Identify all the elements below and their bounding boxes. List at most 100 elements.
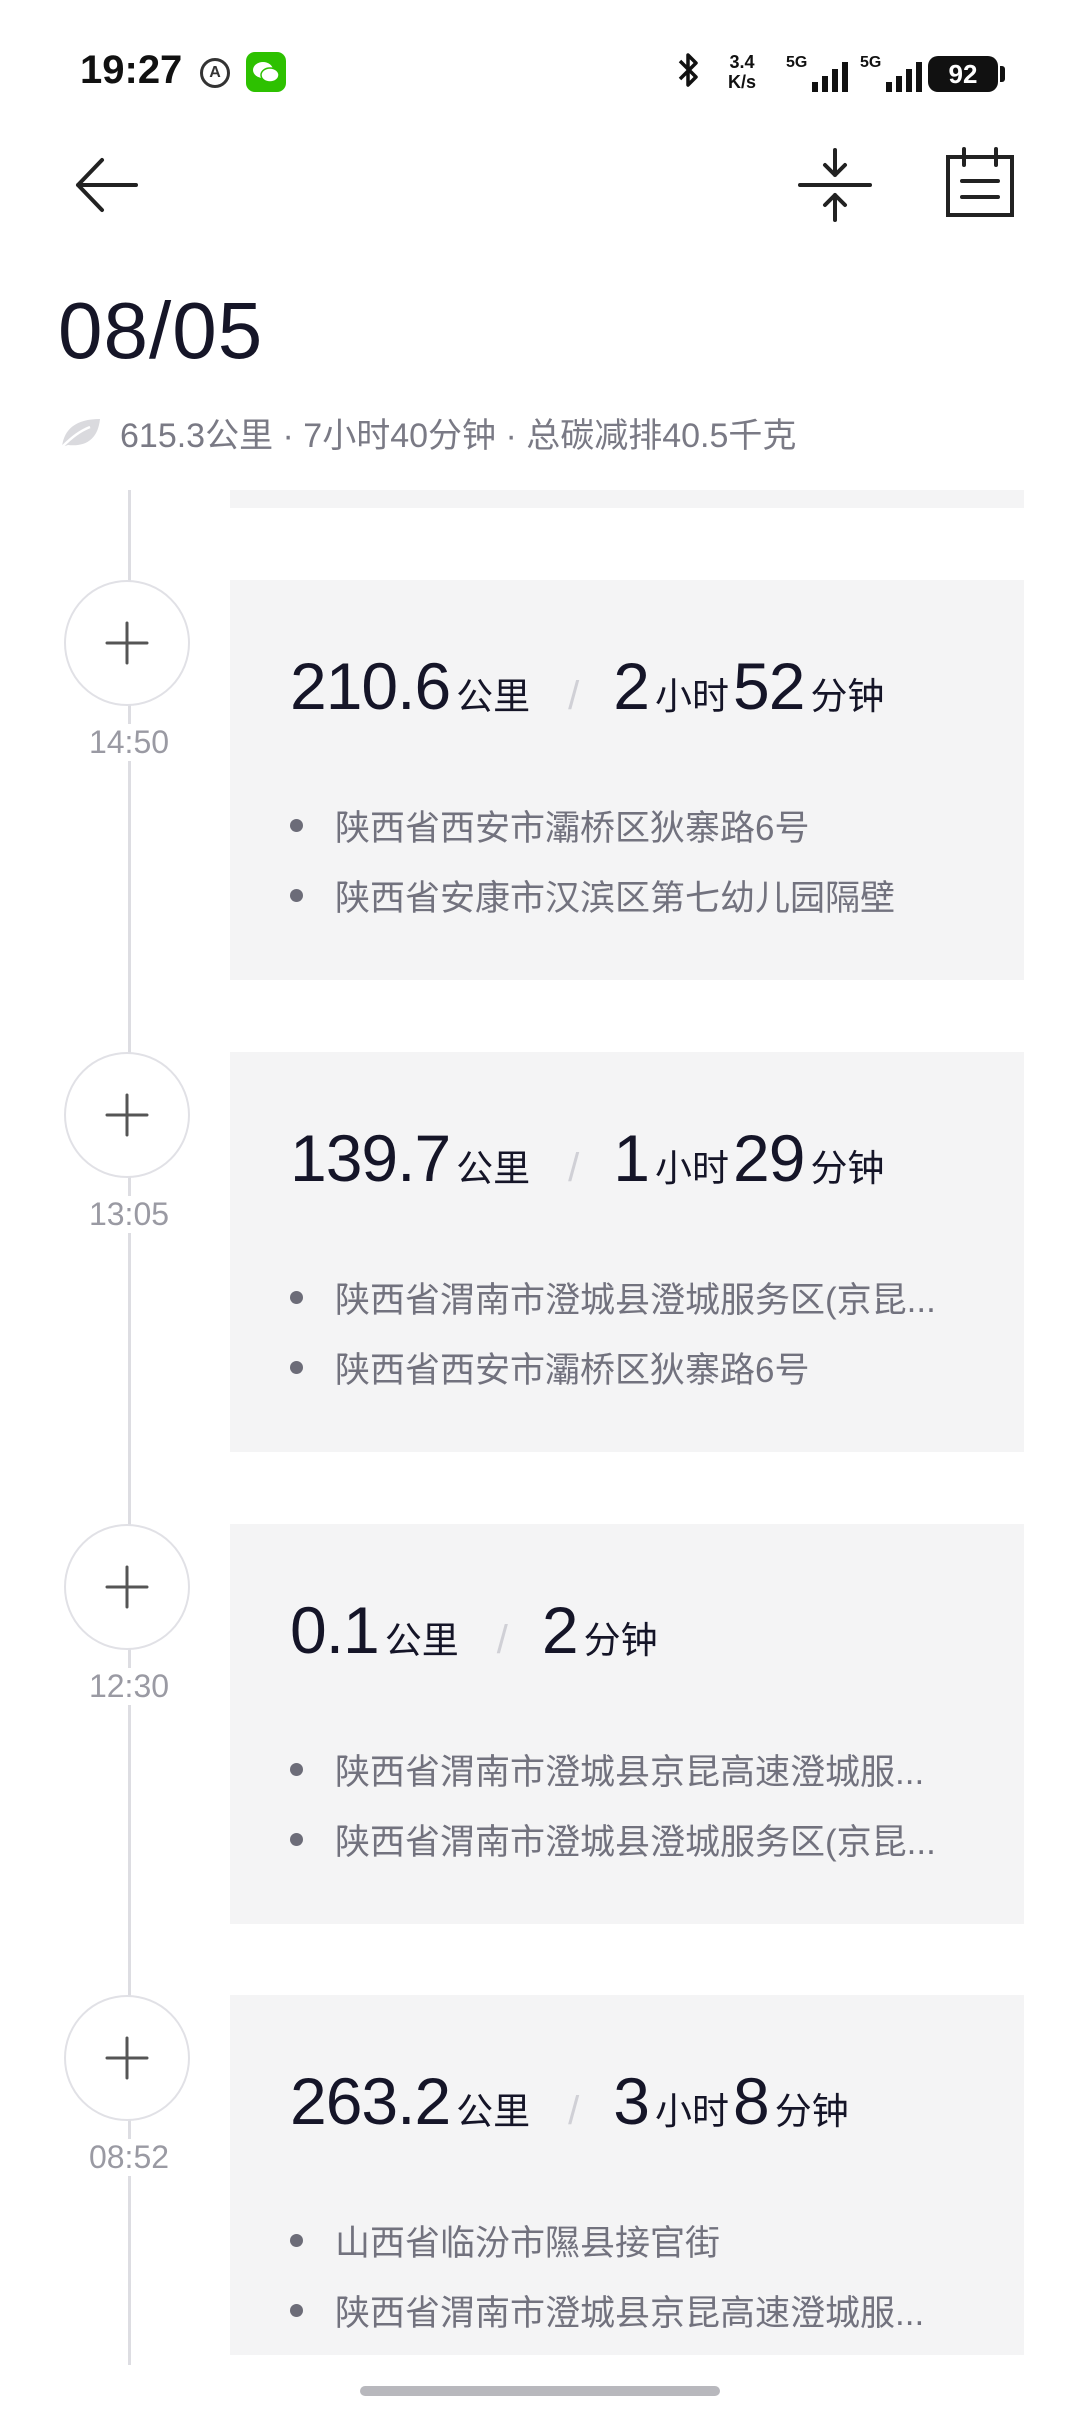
- distance-value: 139.7: [290, 1121, 451, 1195]
- bullet-icon: [290, 1361, 303, 1374]
- network-speed-unit: K/s: [728, 72, 757, 92]
- partial-trip-card[interactable]: [230, 490, 1024, 508]
- trip-time: 08:52: [64, 2139, 194, 2176]
- plus-icon: [105, 621, 149, 665]
- start-address: 陕西省西安市灞桥区狄寨路6号: [335, 809, 810, 848]
- hours-unit: 小时: [655, 676, 730, 717]
- collapse-icon: [798, 148, 872, 222]
- trip-metrics: 263.2 公里 / 3 小时 8 分钟: [290, 2063, 853, 2139]
- bullet-icon: [290, 1833, 303, 1846]
- signal-icon: 5G: [786, 54, 858, 94]
- trip-card[interactable]: 0.1 公里 / 2 分钟 陕西省渭南市澄城县京昆高速澄城服... 陕西省渭南市…: [230, 1524, 1024, 1924]
- start-address: 陕西省渭南市澄城县京昆高速澄城服...: [335, 1753, 925, 1792]
- minutes-value: 2: [541, 1593, 579, 1667]
- wechat-icon: [246, 52, 286, 92]
- trip-metrics: 210.6 公里 / 2 小时 52 分钟: [290, 648, 888, 724]
- trip-metrics: 139.7 公里 / 1 小时 29 分钟: [290, 1120, 888, 1196]
- plus-icon: [105, 1093, 149, 1137]
- minutes-unit: 分钟: [774, 2091, 849, 2132]
- trip-item: 14:50 210.6 公里 / 2 小时 52 分钟 陕西省西安市灞桥区狄寨路…: [0, 580, 1080, 980]
- distance-value: 210.6: [290, 649, 451, 723]
- distance-unit: 公里: [456, 2091, 531, 2132]
- end-address: 陕西省渭南市澄城县澄城服务区(京昆...: [335, 1823, 936, 1862]
- distance-value: 263.2: [290, 2064, 451, 2138]
- bullet-icon: [290, 2304, 303, 2317]
- start-address: 山西省临汾市隰县接官街: [335, 2224, 721, 2263]
- signal-icon-2: 5G: [860, 54, 932, 94]
- bullet-icon: [290, 1763, 303, 1776]
- page-title: 08/05: [58, 286, 264, 375]
- trip-item: 13:05 139.7 公里 / 1 小时 29 分钟 陕西省渭南市澄城县澄城服…: [0, 1052, 1080, 1452]
- separator: /: [568, 2089, 580, 2133]
- back-button[interactable]: [60, 140, 150, 230]
- summary-text: 615.3公里 · 7小时40分钟 · 总碳减排40.5千克: [120, 417, 797, 455]
- plus-icon: [105, 1565, 149, 1609]
- battery-tip: [1000, 66, 1005, 82]
- hours-value: 1: [613, 1121, 650, 1195]
- start-location: 陕西省西安市灞桥区狄寨路6号: [290, 800, 970, 851]
- end-address: 陕西省安康市汉滨区第七幼儿园隔壁: [335, 879, 896, 918]
- separator: /: [568, 674, 580, 718]
- signal-label: 5G: [786, 54, 808, 71]
- start-location: 陕西省渭南市澄城县京昆高速澄城服...: [290, 1744, 970, 1795]
- day-summary: 615.3公里 · 7小时40分钟 · 总碳减排40.5千克: [58, 408, 796, 457]
- separator: /: [496, 1618, 508, 1662]
- distance-unit: 公里: [456, 676, 531, 717]
- end-address: 陕西省渭南市澄城县京昆高速澄城服...: [335, 2294, 925, 2333]
- home-indicator[interactable]: [360, 2386, 720, 2396]
- bullet-icon: [290, 819, 303, 832]
- leaf-icon: [61, 418, 100, 448]
- plus-icon: [105, 2036, 149, 2080]
- expand-button[interactable]: [64, 1524, 190, 1650]
- minutes-unit: 分钟: [810, 676, 885, 717]
- calendar-button[interactable]: [935, 138, 1025, 228]
- calendar-icon: [946, 147, 1014, 217]
- accessibility-icon: A: [200, 58, 230, 88]
- trip-card[interactable]: 139.7 公里 / 1 小时 29 分钟 陕西省渭南市澄城县澄城服务区(京昆.…: [230, 1052, 1024, 1452]
- expand-button[interactable]: [64, 580, 190, 706]
- distance-unit: 公里: [384, 1620, 459, 1661]
- minutes-value: 52: [733, 649, 805, 723]
- bluetooth-icon: [676, 52, 702, 97]
- end-location: 陕西省渭南市澄城县京昆高速澄城服...: [290, 2285, 970, 2336]
- trip-metrics: 0.1 公里 / 2 分钟: [290, 1592, 662, 1668]
- bullet-icon: [290, 2234, 303, 2247]
- end-location: 陕西省安康市汉滨区第七幼儿园隔壁: [290, 870, 970, 921]
- minutes-value: 29: [733, 1121, 805, 1195]
- hours-value: 2: [613, 649, 650, 723]
- trip-card[interactable]: 210.6 公里 / 2 小时 52 分钟 陕西省西安市灞桥区狄寨路6号 陕西省…: [230, 580, 1024, 980]
- start-location: 陕西省渭南市澄城县澄城服务区(京昆...: [290, 1272, 970, 1323]
- trip-item: 08:52 263.2 公里 / 3 小时 8 分钟 山西省临汾市隰县接官街 陕…: [0, 1995, 1080, 2395]
- arrow-left-icon: [76, 158, 138, 212]
- end-address: 陕西省西安市灞桥区狄寨路6号: [335, 1351, 810, 1390]
- network-speed: 3.4 K/s: [728, 52, 756, 92]
- hours-value: 3: [613, 2064, 650, 2138]
- minutes-unit: 分钟: [583, 1620, 658, 1661]
- trip-item: 12:30 0.1 公里 / 2 分钟 陕西省渭南市澄城县京昆高速澄城服... …: [0, 1524, 1080, 1924]
- trip-card[interactable]: 263.2 公里 / 3 小时 8 分钟 山西省临汾市隰县接官街 陕西省渭南市澄…: [230, 1995, 1024, 2355]
- collapse-button[interactable]: [790, 140, 880, 230]
- start-address: 陕西省渭南市澄城县澄城服务区(京昆...: [335, 1281, 936, 1320]
- trip-time: 13:05: [64, 1196, 194, 1233]
- expand-button[interactable]: [64, 1052, 190, 1178]
- hours-unit: 小时: [655, 2091, 730, 2132]
- minutes-value: 8: [733, 2064, 770, 2138]
- end-location: 陕西省渭南市澄城县澄城服务区(京昆...: [290, 1814, 970, 1865]
- distance-unit: 公里: [456, 1148, 531, 1189]
- minutes-unit: 分钟: [810, 1148, 885, 1189]
- status-bar: 19:27 A 3.4 K/s 5G 5G 92: [0, 0, 1080, 140]
- battery-icon: 92: [928, 56, 998, 92]
- expand-button[interactable]: [64, 1995, 190, 2121]
- trip-time: 14:50: [64, 724, 194, 761]
- separator: /: [568, 1146, 580, 1190]
- hours-unit: 小时: [655, 1148, 730, 1189]
- bullet-icon: [290, 889, 303, 902]
- start-location: 山西省临汾市隰县接官街: [290, 2215, 970, 2266]
- network-speed-value: 3.4: [729, 52, 755, 72]
- end-location: 陕西省西安市灞桥区狄寨路6号: [290, 1342, 970, 1393]
- signal-label-2: 5G: [860, 54, 882, 71]
- status-time: 19:27: [80, 48, 183, 92]
- distance-value: 0.1: [290, 1593, 380, 1667]
- trip-time: 12:30: [64, 1668, 194, 1705]
- bullet-icon: [290, 1291, 303, 1304]
